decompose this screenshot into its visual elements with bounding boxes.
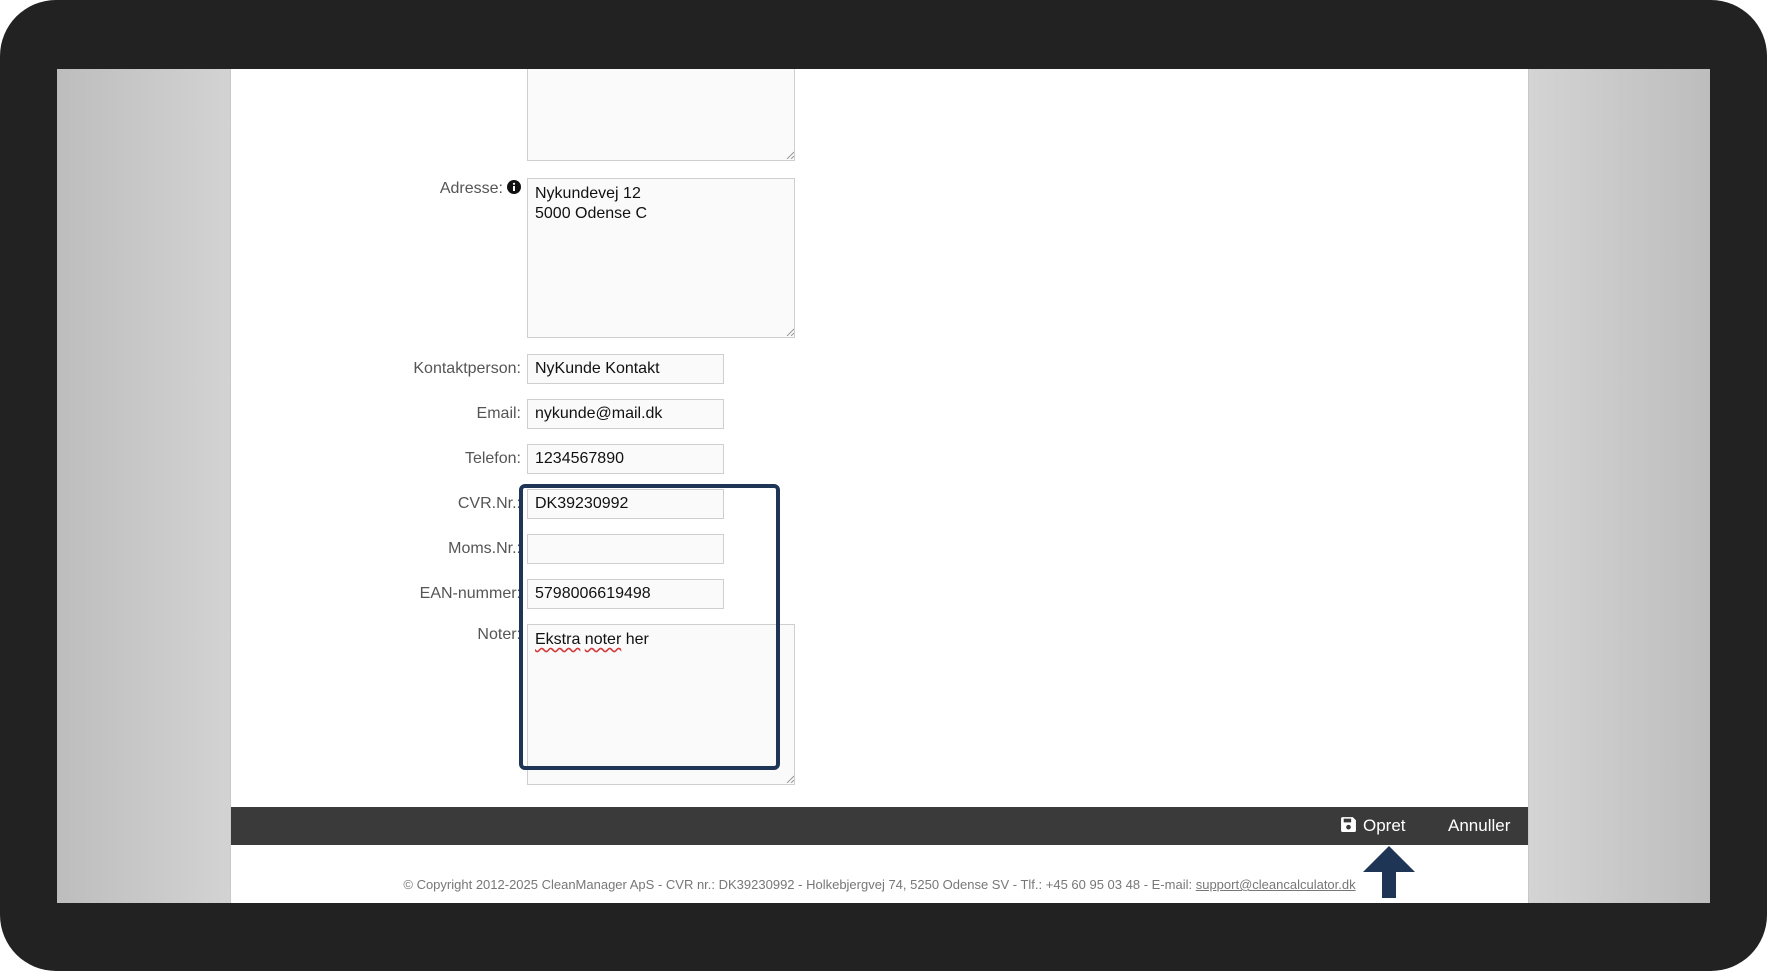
footer-text: © Copyright 2012-2025 CleanManager ApS -…: [403, 877, 1193, 892]
phone-input[interactable]: [527, 444, 724, 474]
create-button[interactable]: Opret: [1340, 807, 1406, 845]
ean-label: EAN-nummer:: [419, 585, 521, 602]
previous-textarea[interactable]: [527, 69, 795, 161]
address-textarea[interactable]: Nykundevej 12 5000 Odense C: [527, 178, 795, 338]
action-bar: Opret Annuller: [231, 807, 1528, 845]
vat-label: Moms.Nr.:: [448, 540, 521, 557]
highlight-box: [519, 484, 780, 770]
contact-input[interactable]: [527, 354, 724, 384]
info-icon[interactable]: [507, 180, 521, 194]
email-label: Email:: [476, 405, 521, 422]
support-email-link[interactable]: support@cleancalculator.dk: [1196, 877, 1356, 892]
phone-label: Telefon:: [464, 450, 521, 467]
save-icon: [1341, 817, 1356, 832]
notes-label: Noter:: [477, 626, 521, 643]
address-label: Adresse:: [321, 179, 521, 199]
customer-form-page: Adresse: Nykundevej 12 5000 Odense C Kon…: [230, 69, 1529, 903]
create-button-label: Opret: [1363, 816, 1406, 835]
cvr-label: CVR.Nr.:: [457, 495, 521, 512]
device-frame: Adresse: Nykundevej 12 5000 Odense C Kon…: [0, 0, 1767, 971]
cancel-button[interactable]: Annuller: [1448, 807, 1510, 845]
copyright-footer: © Copyright 2012-2025 CleanManager ApS -…: [231, 877, 1528, 892]
browser-viewport: Adresse: Nykundevej 12 5000 Odense C Kon…: [57, 69, 1710, 903]
arrow-up-icon: [1363, 846, 1415, 898]
email-input[interactable]: [527, 399, 724, 429]
contact-label: Kontaktperson:: [413, 360, 521, 377]
